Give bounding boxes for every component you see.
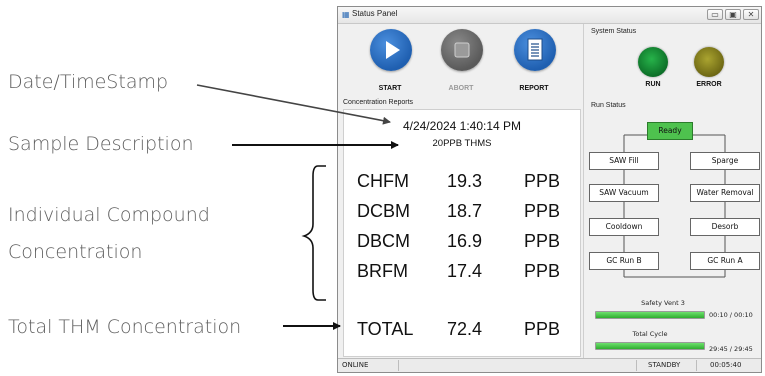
flow-node-water-removal: Water Removal <box>690 184 760 202</box>
compound-value: 16.9 <box>447 231 483 251</box>
flow-node-gc-run-b: GC Run B <box>589 252 659 270</box>
safety-vent-progress-fill <box>596 312 704 318</box>
compound-brace <box>301 165 326 301</box>
start-icon-circle <box>370 29 412 71</box>
flow-node-saw-fill: SAW Fill <box>589 152 659 170</box>
total-cycle-progress-fill <box>596 343 704 349</box>
document-icon <box>527 38 543 61</box>
safety-vent-progress-bar <box>595 311 705 319</box>
status-clock: 00:05:40 <box>710 361 742 369</box>
compound-value: 19.3 <box>447 171 483 191</box>
safety-vent-label: Safety Vent 3 <box>641 299 685 307</box>
report-icon-circle <box>514 29 556 71</box>
maximize-button[interactable]: ▣ <box>725 9 741 20</box>
annotation-individual-line1: Individual Compound <box>8 204 210 226</box>
total-cycle-progress-bar <box>595 342 705 350</box>
compound-unit: PPB <box>524 261 561 281</box>
flow-node-sparge: Sparge <box>690 152 760 170</box>
status-connection: ONLINE <box>342 361 369 369</box>
total-name: TOTAL <box>357 319 414 339</box>
flow-node-gc-run-a: GC Run A <box>690 252 760 270</box>
compound-name: DCBM <box>357 201 410 221</box>
compound-row: DBCM 16.9 PPB <box>344 231 580 255</box>
safety-vent-time: 00:10 / 00:10 <box>709 311 753 319</box>
abort-label: ABORT <box>448 85 474 92</box>
play-icon <box>386 41 400 59</box>
run-indicator-light <box>638 47 668 77</box>
status-divider <box>696 360 697 371</box>
run-status-group-label: Run Status <box>591 102 626 109</box>
annotation-individual-line2: Concentration <box>8 241 143 263</box>
total-cycle-time: 29:45 / 29:45 <box>709 345 753 353</box>
run-indicator-label: RUN <box>645 81 661 88</box>
compound-row: BRFM 17.4 PPB <box>344 261 580 285</box>
flow-node-ready: Ready <box>647 122 693 140</box>
error-indicator-label: ERROR <box>696 81 722 88</box>
stop-icon <box>454 42 470 58</box>
status-divider <box>636 360 637 371</box>
total-unit: PPB <box>524 319 561 339</box>
start-button[interactable]: START <box>360 29 420 99</box>
annotation-sample-description: Sample Description <box>8 133 194 155</box>
flow-node-saw-vacuum: SAW Vacuum <box>589 184 659 202</box>
total-row: TOTAL 72.4 PPB <box>344 319 580 343</box>
system-status-group-label: System Status <box>591 28 637 35</box>
concentration-report-panel: 4/24/2024 1:40:14 PM 20PPB THMS CHFM 19.… <box>343 109 581 357</box>
compound-unit: PPB <box>524 201 561 221</box>
app-icon: ▦ <box>342 10 350 19</box>
window-title: Status Panel <box>352 9 398 18</box>
flow-node-desorb: Desorb <box>690 218 760 236</box>
error-indicator-light <box>694 47 724 77</box>
close-button[interactable]: ✕ <box>743 9 759 20</box>
compound-value: 18.7 <box>447 201 483 221</box>
panel-separator <box>583 24 584 360</box>
annotation-total-thm: Total THM Concentration <box>8 316 242 338</box>
compound-unit: PPB <box>524 171 561 191</box>
total-value: 72.4 <box>447 319 483 339</box>
concentration-group-label: Concentration Reports <box>343 99 414 106</box>
compound-value: 17.4 <box>447 261 483 281</box>
compound-name: CHFM <box>357 171 409 191</box>
compound-name: DBCM <box>357 231 410 251</box>
status-state: STANDBY <box>648 361 681 369</box>
minimize-button[interactable]: ▭ <box>707 9 723 20</box>
total-cycle-label: Total Cycle <box>632 330 668 338</box>
sample-description: 20PPB THMS <box>432 138 492 149</box>
status-panel-window: ▦ Status Panel ▭ ▣ ✕ START ABORT REPORT … <box>337 6 762 373</box>
compound-name: BRFM <box>357 261 408 281</box>
flow-node-cooldown: Cooldown <box>589 218 659 236</box>
start-label: START <box>378 85 402 92</box>
status-divider <box>398 360 399 371</box>
compound-row: CHFM 19.3 PPB <box>344 171 580 195</box>
report-label: REPORT <box>519 85 549 92</box>
report-button[interactable]: REPORT <box>504 29 564 99</box>
abort-icon-circle <box>441 29 483 71</box>
compound-row: DCBM 18.7 PPB <box>344 201 580 225</box>
abort-button[interactable]: ABORT <box>431 29 491 99</box>
compound-unit: PPB <box>524 231 561 251</box>
annotation-date-timestamp: Date/TimeStamp <box>8 71 169 93</box>
title-bar: ▦ Status Panel ▭ ▣ ✕ <box>338 7 761 24</box>
report-timestamp: 4/24/2024 1:40:14 PM <box>402 119 522 133</box>
status-bar: ONLINE STANDBY 00:05:40 <box>338 358 761 372</box>
